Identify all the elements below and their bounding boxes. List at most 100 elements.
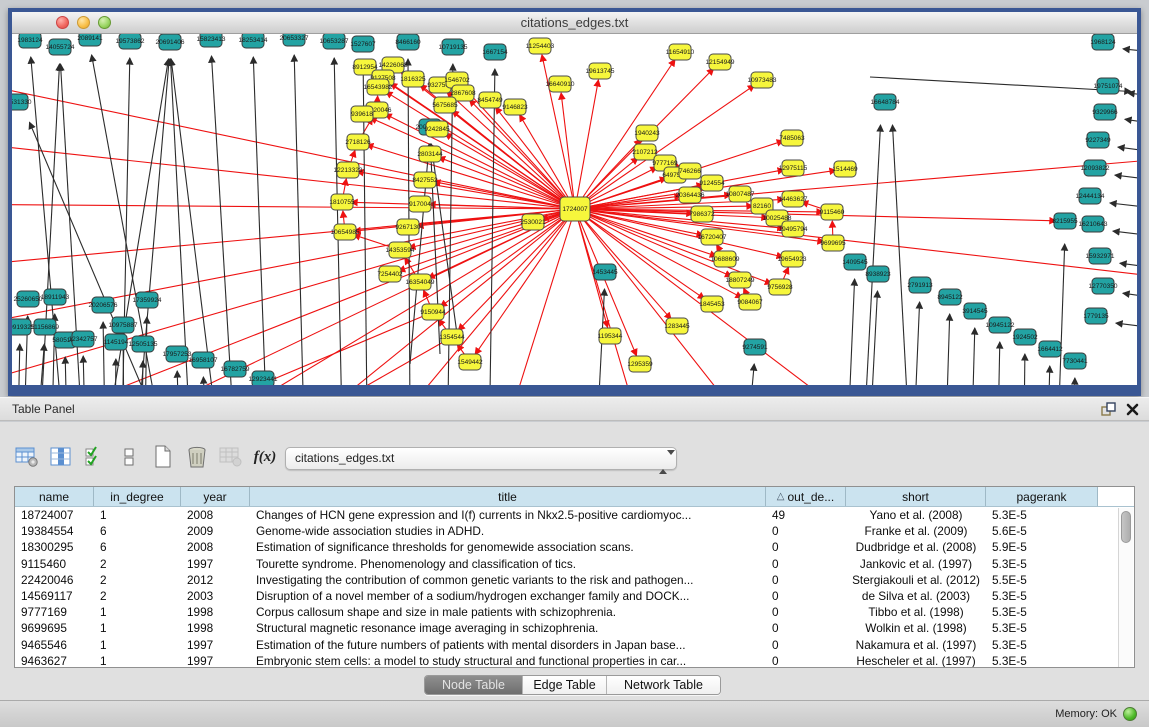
graph-node[interactable]: 1810755	[329, 194, 355, 210]
tab-network-table[interactable]: Network Table	[606, 676, 720, 694]
graph-node[interactable]: 9267130	[395, 219, 421, 235]
close-panel-icon[interactable]	[1126, 403, 1139, 416]
graph-node[interactable]: 8427552	[412, 172, 438, 188]
graph-edge[interactable]	[1048, 366, 1050, 385]
graph-node[interactable]: 19751074	[1094, 78, 1123, 94]
table-scrollbar-thumb[interactable]	[1121, 511, 1131, 543]
graph-node[interactable]: 11254403	[526, 38, 555, 54]
graph-edge[interactable]	[1115, 175, 1137, 182]
graph-edge[interactable]	[171, 59, 191, 385]
graph-node[interactable]: 1924502	[1012, 329, 1038, 345]
graph-node[interactable]: 10719135	[439, 39, 468, 55]
graph-node[interactable]: 1845453	[699, 296, 725, 312]
graph-edge[interactable]	[1113, 231, 1137, 238]
graph-node[interactable]: 8945122	[937, 289, 963, 305]
tab-node-table[interactable]: Node Table	[425, 676, 522, 694]
graph-node[interactable]: 1779135	[1083, 308, 1109, 324]
graph-node[interactable]: 1983124	[17, 34, 43, 48]
graph-node[interactable]: 14055724	[46, 39, 75, 55]
graph-edge[interactable]	[870, 77, 1131, 92]
graph-node[interactable]: 9084067	[737, 294, 763, 310]
graph-edge[interactable]	[1024, 354, 1025, 385]
graph-node[interactable]: 12770350	[1089, 278, 1118, 294]
graph-edge[interactable]	[1116, 323, 1137, 330]
tab-edge-table[interactable]: Edge Table	[522, 676, 606, 694]
graph-node[interactable]: 9242845	[424, 121, 450, 137]
graph-node[interactable]: 8215955	[1052, 213, 1078, 229]
graph-node[interactable]: 3914545	[962, 303, 988, 319]
graph-node[interactable]: 9329966	[1092, 104, 1118, 120]
graph-edge[interactable]	[1123, 293, 1137, 300]
table-column-icon[interactable]	[44, 442, 78, 472]
graph-node[interactable]: 19654923	[778, 251, 807, 267]
graph-node[interactable]: 2530021	[520, 214, 546, 230]
graph-node[interactable]: 19613745	[586, 63, 615, 79]
graph-node[interactable]: 15823413	[197, 34, 226, 47]
graph-node[interactable]: 1664412	[1037, 341, 1063, 357]
graph-node[interactable]: 1354544	[439, 329, 465, 345]
graph-edge[interactable]	[83, 356, 85, 385]
graph-node[interactable]: 16958107	[189, 352, 218, 368]
column-header-pagerank[interactable]: pagerank	[986, 487, 1098, 506]
graph-node[interactable]: 7730441	[1062, 353, 1088, 369]
table-row[interactable]: 1456911722003Disruption of a novel membe…	[15, 588, 1134, 604]
graph-node[interactable]: 14463627	[779, 191, 808, 207]
graph-node[interactable]: 20653327	[280, 34, 309, 46]
graph-node[interactable]: 20691406	[156, 34, 185, 50]
graph-edge[interactable]	[972, 328, 975, 385]
column-header-year[interactable]: year	[181, 487, 250, 506]
graph-edge[interactable]	[370, 118, 575, 209]
graph-node[interactable]: 12213323	[334, 162, 363, 178]
graph-edge[interactable]	[1074, 378, 1075, 385]
graph-node[interactable]: 7485063	[779, 130, 805, 146]
graph-edge[interactable]	[893, 125, 910, 385]
graph-node[interactable]: 16648784	[871, 94, 900, 110]
network-table-selector[interactable]: citations_edges.txt	[285, 447, 677, 470]
graph-node[interactable]: 1295359	[627, 356, 653, 372]
table-row[interactable]: 946554611997Estimation of the future num…	[15, 637, 1134, 653]
graph-edge[interactable]	[848, 279, 855, 385]
table-row[interactable]: 1938455462009Genome-wide association stu…	[15, 523, 1134, 539]
graph-edge[interactable]	[50, 209, 575, 385]
table-settings-icon[interactable]	[10, 442, 44, 472]
graph-node[interactable]: 18253414	[239, 34, 268, 48]
graph-node[interactable]: 14353594	[386, 242, 415, 258]
graph-node[interactable]: 1527607	[350, 36, 376, 52]
new-file-icon[interactable]	[146, 442, 180, 472]
graph-node[interactable]: 1283445	[664, 318, 690, 334]
graph-node[interactable]: 1667154	[482, 44, 508, 60]
graph-node[interactable]: 20364436	[676, 187, 705, 203]
graph-edge[interactable]	[946, 314, 950, 385]
rows-icon[interactable]	[112, 442, 146, 472]
graph-edge[interactable]	[561, 93, 575, 209]
float-panel-icon[interactable]	[1101, 402, 1116, 417]
graph-node[interactable]: 1968124	[1090, 34, 1116, 50]
graph-edge[interactable]	[1118, 147, 1137, 154]
graph-node[interactable]: 12975115	[779, 160, 808, 176]
graph-node[interactable]: 7254402	[377, 266, 403, 282]
graph-edge[interactable]	[575, 80, 598, 209]
table-row[interactable]: 1830029562008Estimation of significance …	[15, 539, 1134, 555]
graph-node[interactable]: 2803144	[417, 146, 443, 162]
select-rows-icon[interactable]	[78, 442, 112, 472]
graph-node[interactable]: 20531330	[12, 94, 32, 110]
graph-edge[interactable]	[1123, 49, 1137, 54]
graph-node[interactable]: 9146823	[502, 99, 528, 115]
graph-node[interactable]: 1514469	[832, 161, 858, 177]
graph-node[interactable]: 1816325	[400, 71, 426, 87]
window-titlebar[interactable]: citations_edges.txt	[12, 12, 1137, 34]
graph-node[interactable]: 12342757	[69, 331, 98, 347]
graph-node[interactable]: 25260650	[14, 291, 43, 307]
graph-edge[interactable]	[65, 357, 67, 385]
graph-node[interactable]: 12093822	[1081, 160, 1110, 176]
graph-node[interactable]: 18911943	[41, 289, 70, 305]
column-header-in_degree[interactable]: in_degree	[94, 487, 181, 506]
graph-edge[interactable]	[18, 344, 20, 385]
table-row[interactable]: 946362711997Embryonic stem cells: a mode…	[15, 653, 1134, 668]
graph-node[interactable]: 9274591	[742, 339, 768, 355]
graph-node[interactable]: 19495794	[779, 221, 808, 237]
graph-edge[interactable]	[575, 60, 675, 210]
trash-icon[interactable]	[180, 442, 214, 472]
graph-node[interactable]: 10945122	[986, 317, 1015, 333]
graph-edge[interactable]	[171, 59, 217, 385]
